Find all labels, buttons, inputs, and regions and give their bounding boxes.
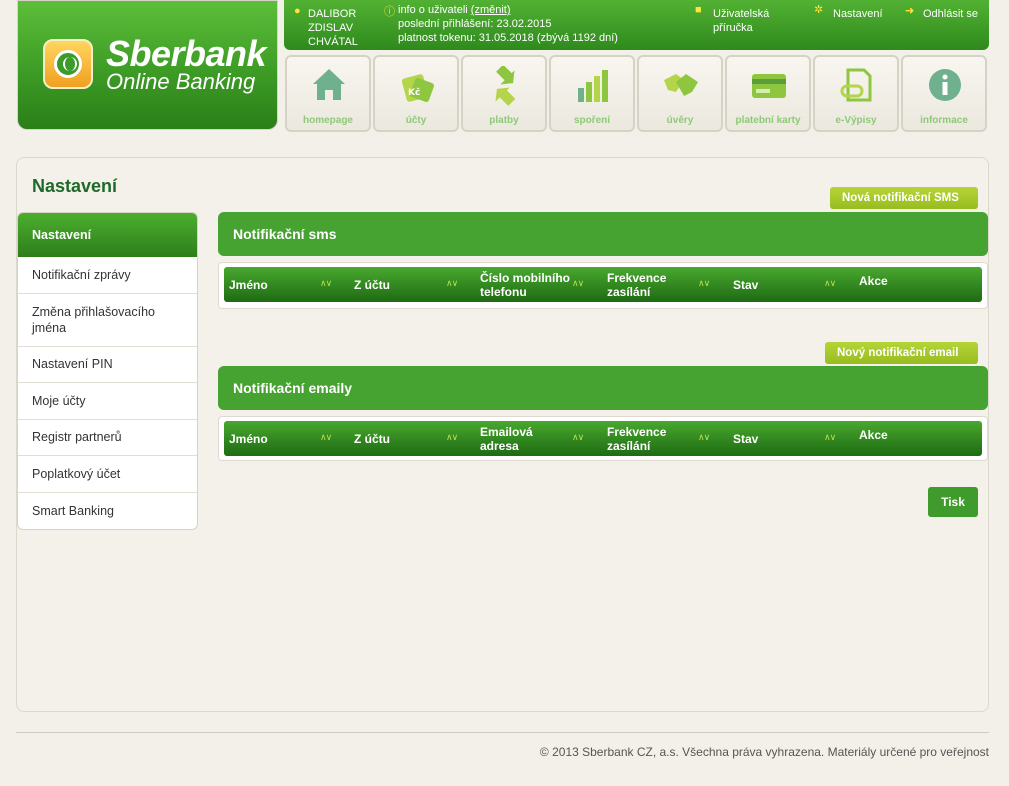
column-header: Akce xyxy=(859,427,888,442)
sort-icon[interactable]: ∧∨ xyxy=(320,432,332,443)
column-header[interactable]: Frekvence zasílání xyxy=(607,267,687,302)
logout-arrow-icon: ➜ xyxy=(905,5,915,17)
sms-section-header: Notifikační sms xyxy=(218,212,988,256)
info-icon xyxy=(929,69,961,101)
column-header[interactable]: Jméno xyxy=(229,421,268,456)
price-tag-icon: Kč xyxy=(401,74,434,102)
sms-table-header: Jméno ∧∨ Z účtu ∧∨ Číslo mobilního telef… xyxy=(224,267,982,302)
footer-divider xyxy=(16,732,989,733)
sort-icon[interactable]: ∧∨ xyxy=(824,432,836,443)
gear-icon: ✲ xyxy=(814,4,824,16)
sidebar-item-notifications[interactable]: Notifikační zprávy xyxy=(18,257,197,294)
footer-copyright: © 2013 Sberbank CZ, a.s. Všechna práva v… xyxy=(539,745,989,759)
nav-tile-savings[interactable]: spoření xyxy=(549,55,635,132)
sort-icon[interactable]: ∧∨ xyxy=(446,432,458,443)
logout-link[interactable]: Odhlásit se xyxy=(923,7,978,21)
column-header[interactable]: Z účtu xyxy=(354,267,390,302)
document-icon xyxy=(840,68,872,102)
card-icon xyxy=(752,74,786,98)
column-header[interactable]: Číslo mobilního telefonu xyxy=(480,267,580,302)
house-icon xyxy=(313,69,345,100)
sidebar-item-change-login[interactable]: Změna přihlašovacího jména xyxy=(18,294,197,347)
email-section-header: Notifikační emaily xyxy=(218,366,988,410)
nav-tile-payments[interactable]: platby xyxy=(461,55,547,132)
logo-subtitle: Online Banking xyxy=(106,69,256,94)
sms-table: Jméno ∧∨ Z účtu ∧∨ Číslo mobilního telef… xyxy=(218,262,988,309)
nav-tile-homepage[interactable]: homepage xyxy=(285,55,371,132)
sidebar-item-pin[interactable]: Nastavení PIN xyxy=(18,347,197,383)
logo[interactable]: Sberbank Online Banking xyxy=(17,0,278,130)
email-table: Jméno ∧∨ Z účtu ∧∨ Emailová adresa ∧∨ Fr… xyxy=(218,416,988,461)
new-email-button[interactable]: Nový notifikační email xyxy=(825,342,978,364)
nav-tile-loans[interactable]: úvěry xyxy=(637,55,723,132)
settings-link[interactable]: Nastavení xyxy=(833,7,883,21)
email-table-header: Jméno ∧∨ Z účtu ∧∨ Emailová adresa ∧∨ Fr… xyxy=(224,421,982,456)
print-button[interactable]: Tisk xyxy=(928,487,978,517)
sort-icon[interactable]: ∧∨ xyxy=(320,278,332,289)
sort-icon[interactable]: ∧∨ xyxy=(698,432,710,443)
column-header[interactable]: Z účtu xyxy=(354,421,390,456)
sidebar-item-partners[interactable]: Registr partnerů xyxy=(18,420,197,456)
nav-tile-cards[interactable]: platební karty xyxy=(725,55,811,132)
user-name: DALIBOR ZDISLAV CHVÁTAL xyxy=(308,8,358,48)
nav-tile-info[interactable]: informace xyxy=(901,55,987,132)
nav-tile-accounts[interactable]: Kč účty xyxy=(373,55,459,132)
info-small-icon: ⓘ xyxy=(384,6,395,18)
column-header[interactable]: Frekvence zasílání xyxy=(607,421,687,456)
page-title: Nastavení xyxy=(32,176,118,196)
sort-icon[interactable]: ∧∨ xyxy=(446,278,458,289)
column-header: Akce xyxy=(859,273,888,288)
sidebar-item-my-accounts[interactable]: Moje účty xyxy=(18,383,197,420)
column-header[interactable]: Stav xyxy=(733,267,758,302)
sort-icon[interactable]: ∧∨ xyxy=(698,278,710,289)
user-icon: ● xyxy=(294,5,301,17)
change-user-link[interactable]: (změnit) xyxy=(471,4,511,16)
user-bar: ● DALIBOR ZDISLAV CHVÁTAL ⓘ info o uživa… xyxy=(284,0,989,50)
handshake-icon xyxy=(664,74,698,96)
manual-book-icon: ■ xyxy=(695,4,702,16)
sort-icon[interactable]: ∧∨ xyxy=(572,278,584,289)
sort-icon[interactable]: ∧∨ xyxy=(824,278,836,289)
sidebar-item-smart-banking[interactable]: Smart Banking xyxy=(18,493,197,530)
new-sms-button[interactable]: Nová notifikační SMS xyxy=(830,187,978,209)
bar-chart-icon xyxy=(578,70,608,102)
nav-tile-statements[interactable]: e-Výpisy xyxy=(813,55,899,132)
arrows-icon xyxy=(495,66,516,106)
user-manual-link[interactable]: Uživatelská příručka xyxy=(713,7,769,35)
svg-text:Kč: Kč xyxy=(408,87,420,98)
sberbank-logo-icon xyxy=(43,39,93,89)
user-info: info o uživateli (změnit) poslední přihl… xyxy=(398,4,618,44)
sidebar-item-settings[interactable]: Nastavení xyxy=(18,213,197,257)
column-header[interactable]: Stav xyxy=(733,421,758,456)
sidebar-item-fee-account[interactable]: Poplatkový účet xyxy=(18,456,197,493)
sidebar: Nastavení Notifikační zprávy Změna přihl… xyxy=(17,212,198,530)
column-header[interactable]: Jméno xyxy=(229,267,268,302)
sort-icon[interactable]: ∧∨ xyxy=(572,432,584,443)
column-header[interactable]: Emailová adresa xyxy=(480,421,550,456)
